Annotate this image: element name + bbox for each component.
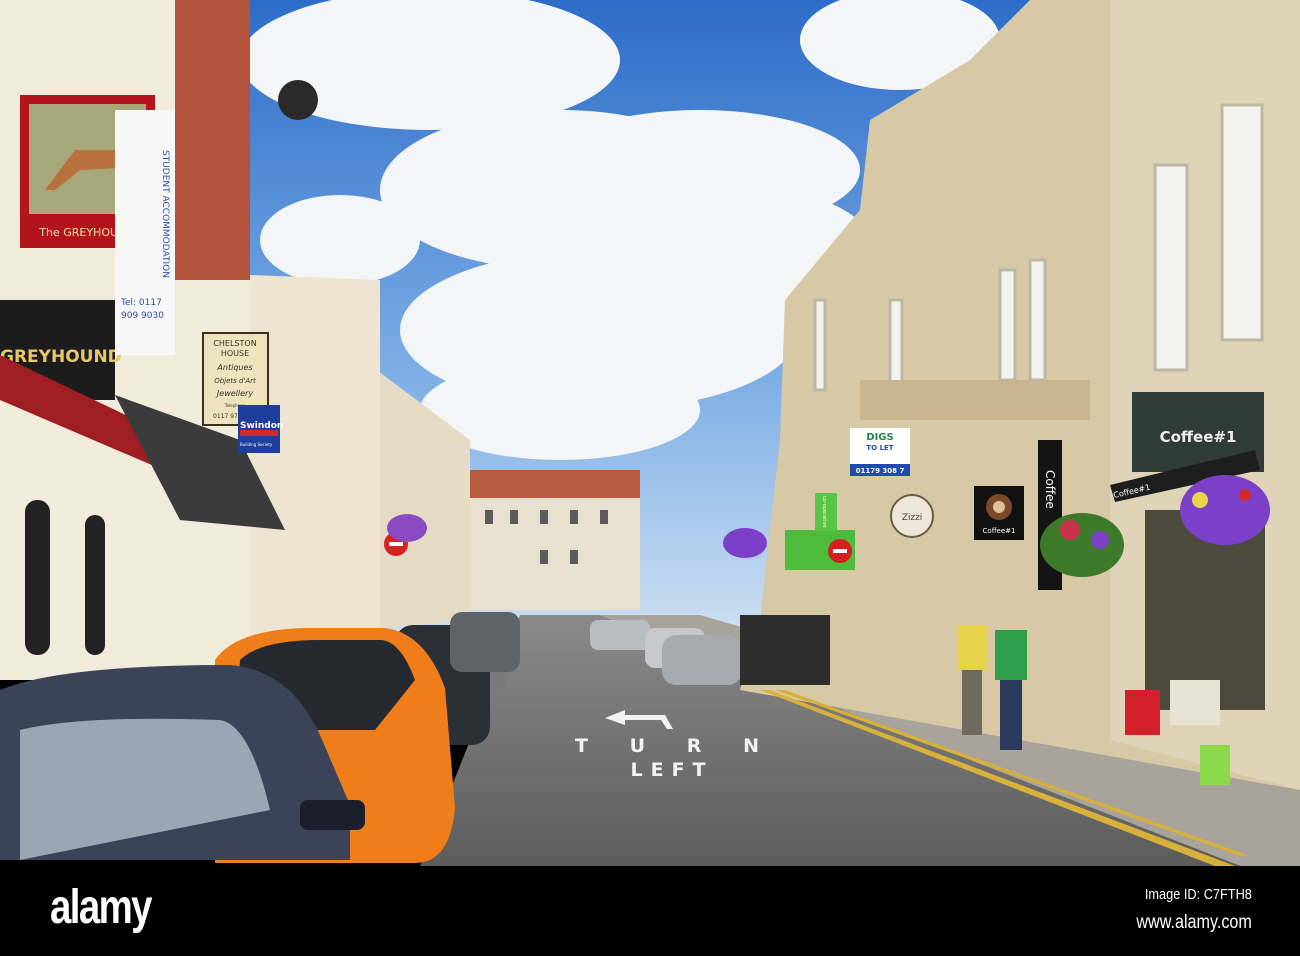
stock-photo: GREYHOUND The GREYHOUND STUDENT ACCOMMOD… [0, 0, 1300, 956]
watermark-band: alamy Image ID: C7FTH8 www.alamy.com [0, 866, 1300, 956]
svg-text:DIGS: DIGS [866, 432, 893, 443]
svg-text:Coffee#1: Coffee#1 [1160, 428, 1237, 446]
svg-text:co-operative: co-operative [821, 496, 827, 528]
svg-text:Jewellery: Jewellery [215, 389, 253, 398]
image-id: Image ID: C7FTH8 [1145, 886, 1252, 903]
svg-text:909 9030: 909 9030 [121, 311, 164, 321]
swindon-building-society-sign: Swindon Building Society [238, 405, 283, 453]
svg-text:TO LET: TO LET [866, 444, 893, 452]
svg-text:Tel: 0117: Tel: 0117 [120, 298, 162, 308]
svg-text:Swindon: Swindon [240, 421, 283, 431]
svg-text:STUDENT ACCOMMODATION: STUDENT ACCOMMODATION [160, 150, 170, 278]
svg-text:HOUSE: HOUSE [221, 349, 249, 358]
street-scene: GREYHOUND The GREYHOUND STUDENT ACCOMMOD… [0, 0, 1300, 866]
digs-to-let-sign: DIGS TO LET 01179 308 7 [850, 428, 910, 476]
svg-text:CHELSTON: CHELSTON [213, 339, 256, 348]
svg-text:01179 308 7: 01179 308 7 [856, 467, 905, 475]
zizzi-sign: Zizzi [890, 494, 934, 538]
coffee-number-one-hanging-sign: Coffee#1 [974, 486, 1024, 540]
svg-text:Zizzi: Zizzi [902, 513, 923, 523]
svg-text:Coffee: Coffee [1043, 470, 1057, 509]
watermark-url: www.alamy.com [1136, 912, 1252, 933]
svg-text:Building Society: Building Society [240, 442, 273, 447]
svg-text:Coffee#1: Coffee#1 [983, 527, 1016, 535]
svg-text:Antiques: Antiques [216, 363, 252, 372]
student-accommodation-banner: STUDENT ACCOMMODATION Tel: 0117 909 9030 [115, 110, 175, 355]
alamy-logo: alamy [50, 881, 152, 934]
street-lamp [278, 80, 318, 120]
svg-text:LEFT: LEFT [630, 759, 713, 781]
svg-text:Objets d'Art: Objets d'Art [214, 377, 256, 385]
